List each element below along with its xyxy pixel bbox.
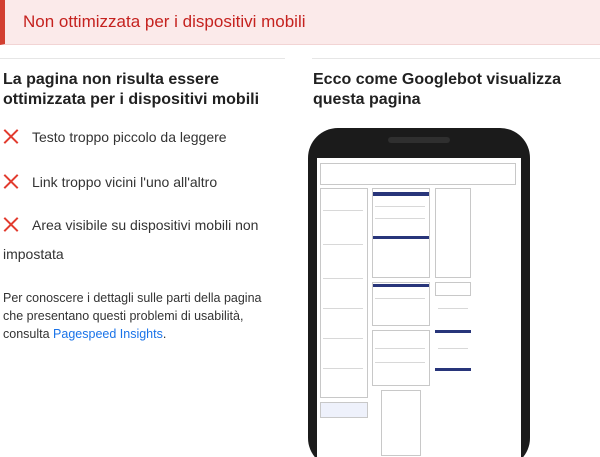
- details-note: Per conoscere i dettagli sulle parti del…: [3, 291, 262, 341]
- issue-item-viewport: Area visibile su dispositivi mobili non: [3, 216, 258, 233]
- phone-speaker: [388, 137, 450, 143]
- pagespeed-insights-link[interactable]: Pagespeed Insights: [53, 327, 163, 341]
- error-x-icon: [3, 173, 19, 189]
- preview-bar: [373, 192, 429, 196]
- preview-header: [320, 163, 516, 185]
- error-x-icon: [3, 216, 19, 232]
- googlebot-heading: Ecco come Googlebot visualizza questa pa…: [313, 71, 562, 108]
- preview-bar: [373, 236, 429, 239]
- preview-bar: [435, 368, 471, 371]
- page-preview-screenshot: [317, 158, 521, 457]
- issue-item-text-small: Testo troppo piccolo da leggere: [3, 128, 227, 145]
- issue-item-links-close: Link troppo vicini l'uno all'altro: [3, 173, 217, 190]
- preview-news-box-1: [372, 188, 430, 278]
- phone-preview: [308, 128, 530, 457]
- preview-right-box-2: [435, 282, 471, 296]
- error-x-icon: [3, 128, 19, 144]
- right-divider: [312, 58, 600, 59]
- preview-right-box: [435, 188, 471, 278]
- preview-left-column: [320, 188, 368, 398]
- result-heading: La pagina non risulta essere ottimizzata…: [3, 71, 260, 108]
- preview-bar: [435, 330, 471, 333]
- left-divider: [0, 58, 285, 59]
- status-banner-title: Non ottimizzata per i dispositivi mobili: [23, 12, 306, 31]
- issue-item-viewport-cont: impostata: [3, 246, 64, 262]
- preview-news-box-2: [372, 282, 430, 326]
- preview-lower-box: [381, 390, 421, 456]
- preview-bar: [373, 284, 429, 287]
- preview-highlight-box: [320, 402, 368, 418]
- preview-news-box-3: [372, 330, 430, 386]
- status-banner: Non ottimizzata per i dispositivi mobili: [0, 0, 600, 45]
